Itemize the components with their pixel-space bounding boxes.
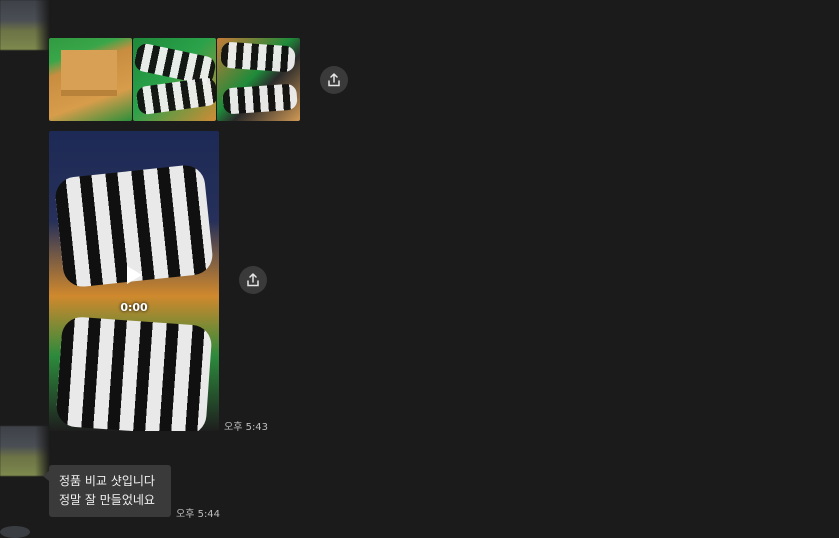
share-button[interactable]	[320, 66, 348, 94]
play-button[interactable]	[114, 255, 154, 295]
photo-thumbnail[interactable]	[217, 38, 300, 121]
photo-thumbnail[interactable]	[133, 38, 216, 121]
photo-thumbnail[interactable]	[49, 38, 132, 121]
video-message[interactable]: 0:00	[49, 131, 219, 431]
sender-avatar[interactable]	[0, 0, 50, 50]
photo-grid	[49, 38, 300, 121]
play-icon	[127, 266, 142, 284]
shoebox-image	[61, 50, 117, 96]
sender-avatar[interactable]	[0, 526, 30, 538]
chat-bubble[interactable]: 정품 비교 샷입니다 정말 잘 만들었네요	[49, 465, 171, 517]
sender-avatar[interactable]	[0, 426, 50, 476]
message-line: 정말 잘 만들었네요	[59, 493, 155, 507]
message-timestamp: 오후 5:43	[224, 422, 269, 433]
message-line: 정품 비교 샷입니다	[59, 474, 155, 488]
share-button[interactable]	[239, 266, 267, 294]
share-icon	[247, 273, 259, 287]
video-duration: 0:00	[120, 301, 148, 314]
message-timestamp: 오후 5:44	[176, 509, 221, 520]
share-icon	[328, 73, 340, 87]
